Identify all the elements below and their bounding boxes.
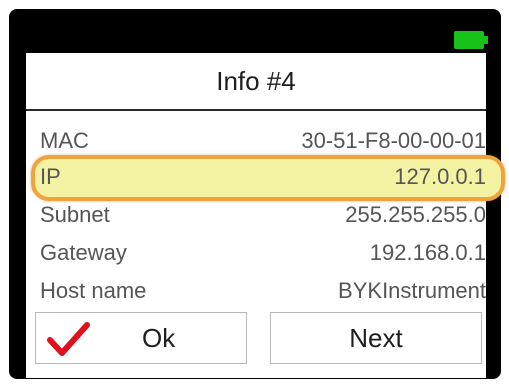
next-button[interactable]: Next — [270, 312, 482, 364]
info-row-value: BYKInstrument — [338, 278, 486, 303]
info-row-label: Host name — [40, 278, 147, 303]
battery-icon — [454, 31, 484, 49]
info-row-ip: IP 127.0.0.1 — [40, 159, 488, 195]
screen-title: Info #4 — [216, 66, 296, 96]
info-row-mac: MAC 30-51-F8-00-00-01 — [40, 123, 488, 159]
info-row-value: 192.168.0.1 — [369, 240, 486, 265]
ok-button[interactable]: Ok — [35, 312, 247, 364]
checkmark-icon — [47, 322, 90, 356]
info-row-subnet: Subnet 255.255.255.0 — [40, 197, 488, 233]
ok-button-label: Ok — [142, 323, 176, 353]
info-row-value: 255.255.255.0 — [345, 202, 486, 227]
title-divider — [26, 109, 486, 111]
next-button-label: Next — [349, 323, 403, 353]
info-row-label: IP — [40, 164, 61, 189]
info-row-label: Gateway — [40, 240, 127, 265]
info-row-label: Subnet — [40, 202, 110, 227]
battery-tip — [484, 36, 488, 44]
info-row-value: 30-51-F8-00-00-01 — [301, 128, 486, 153]
info-row-host-name: Host name BYKInstrument — [40, 273, 488, 309]
info-row-value: 127.0.0.1 — [394, 164, 486, 189]
info-row-label: MAC — [40, 128, 89, 153]
info-row-gateway: Gateway 192.168.0.1 — [40, 235, 488, 271]
